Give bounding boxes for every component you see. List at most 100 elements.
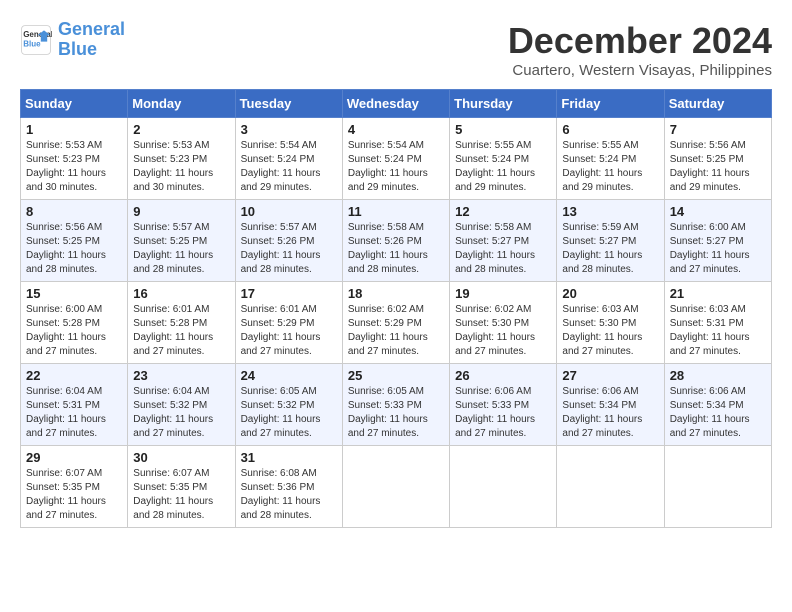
calendar-cell: 31Sunrise: 6:08 AM Sunset: 5:36 PM Dayli… (235, 446, 342, 528)
logo: General Blue General Blue (20, 20, 125, 60)
day-number: 15 (26, 286, 122, 301)
svg-text:Blue: Blue (23, 39, 41, 48)
day-number: 11 (348, 204, 444, 219)
day-info: Sunrise: 6:06 AM Sunset: 5:33 PM Dayligh… (455, 385, 551, 441)
calendar-cell: 30 Sunrise: 6:07 AM Sunset: 5:35 PM Dayli… (128, 446, 235, 528)
day-info: Sunrise: 5:57 AM Sunset: 5:25 PM Dayligh… (133, 221, 229, 277)
column-header-friday: Friday (557, 90, 664, 118)
day-info: Sunrise: 6:07 AM Sunset: 5:35 PM Dayligh… (26, 467, 122, 523)
day-info: Sunrise: 5:58 AM Sunset: 5:26 PM Dayligh… (348, 221, 444, 277)
calendar-cell: 1 Sunrise: 5:53 AM Sunset: 5:23 PM Daylig… (21, 118, 128, 200)
month-title: December 2024 (508, 20, 772, 62)
calendar-cell: 7 Sunrise: 5:56 AM Sunset: 5:25 PM Daylig… (664, 118, 771, 200)
calendar-cell: 6 Sunrise: 5:55 AM Sunset: 5:24 PM Daylig… (557, 118, 664, 200)
calendar-cell: 18 Sunrise: 6:02 AM Sunset: 5:29 PM Dayli… (342, 282, 449, 364)
day-number: 29 (26, 450, 122, 465)
day-number: 23 (133, 368, 229, 383)
calendar-cell: 25Sunrise: 6:05 AM Sunset: 5:33 PM Dayli… (342, 364, 449, 446)
column-header-tuesday: Tuesday (235, 90, 342, 118)
calendar-week-3: 15 Sunrise: 6:00 AM Sunset: 5:28 PM Dayli… (21, 282, 772, 364)
calendar-cell: 8 Sunrise: 5:56 AM Sunset: 5:25 PM Daylig… (21, 200, 128, 282)
calendar-cell: 13 Sunrise: 5:59 AM Sunset: 5:27 PM Dayli… (557, 200, 664, 282)
calendar-cell: 28 Sunrise: 6:06 AM Sunset: 5:34 PM Dayli… (664, 364, 771, 446)
day-number: 18 (348, 286, 444, 301)
day-info: Sunrise: 5:55 AM Sunset: 5:24 PM Dayligh… (562, 139, 658, 195)
day-info: Sunrise: 5:56 AM Sunset: 5:25 PM Dayligh… (670, 139, 766, 195)
day-info: Sunrise: 5:53 AM Sunset: 5:23 PM Dayligh… (26, 139, 122, 195)
day-info: Sunrise: 6:03 AM Sunset: 5:31 PM Dayligh… (670, 303, 766, 359)
day-number: 9 (133, 204, 229, 219)
calendar-cell: 21 Sunrise: 6:03 AM Sunset: 5:31 PM Dayli… (664, 282, 771, 364)
day-number: 4 (348, 122, 444, 137)
calendar-cell: 14Sunrise: 6:00 AM Sunset: 5:27 PM Dayli… (664, 200, 771, 282)
calendar-cell (342, 446, 449, 528)
day-number: 26 (455, 368, 551, 383)
calendar-week-2: 8 Sunrise: 5:56 AM Sunset: 5:25 PM Daylig… (21, 200, 772, 282)
day-info: Sunrise: 6:05 AM Sunset: 5:32 PM Dayligh… (241, 385, 337, 441)
day-info: Sunrise: 6:06 AM Sunset: 5:34 PM Dayligh… (562, 385, 658, 441)
day-info: Sunrise: 6:01 AM Sunset: 5:29 PM Dayligh… (241, 303, 337, 359)
day-number: 8 (26, 204, 122, 219)
day-number: 6 (562, 122, 658, 137)
day-info: Sunrise: 5:59 AM Sunset: 5:27 PM Dayligh… (562, 221, 658, 277)
calendar-cell: 15 Sunrise: 6:00 AM Sunset: 5:28 PM Dayli… (21, 282, 128, 364)
day-number: 5 (455, 122, 551, 137)
logo-icon: General Blue (20, 24, 52, 56)
calendar-cell: 16 Sunrise: 6:01 AM Sunset: 5:28 PM Dayli… (128, 282, 235, 364)
logo-text: General Blue (58, 20, 125, 60)
calendar-week-5: 29 Sunrise: 6:07 AM Sunset: 5:35 PM Dayli… (21, 446, 772, 528)
title-block: December 2024 Cuartero, Western Visayas,… (508, 20, 772, 79)
column-header-saturday: Saturday (664, 90, 771, 118)
day-info: Sunrise: 6:01 AM Sunset: 5:28 PM Dayligh… (133, 303, 229, 359)
day-number: 19 (455, 286, 551, 301)
day-info: Sunrise: 5:54 AM Sunset: 5:24 PM Dayligh… (348, 139, 444, 195)
day-info: Sunrise: 6:08 AM Sunset: 5:36 PM Dayligh… (241, 467, 337, 523)
calendar-cell: 27 Sunrise: 6:06 AM Sunset: 5:34 PM Dayli… (557, 364, 664, 446)
day-number: 17 (241, 286, 337, 301)
day-info: Sunrise: 6:04 AM Sunset: 5:32 PM Dayligh… (133, 385, 229, 441)
day-info: Sunrise: 5:53 AM Sunset: 5:23 PM Dayligh… (133, 139, 229, 195)
calendar-header-row: SundayMondayTuesdayWednesdayThursdayFrid… (21, 90, 772, 118)
day-info: Sunrise: 6:06 AM Sunset: 5:34 PM Dayligh… (670, 385, 766, 441)
logo-blue: Blue (58, 39, 97, 59)
day-number: 28 (670, 368, 766, 383)
calendar-cell: 12Sunrise: 5:58 AM Sunset: 5:27 PM Dayli… (450, 200, 557, 282)
day-info: Sunrise: 6:03 AM Sunset: 5:30 PM Dayligh… (562, 303, 658, 359)
day-info: Sunrise: 5:56 AM Sunset: 5:25 PM Dayligh… (26, 221, 122, 277)
day-info: Sunrise: 6:04 AM Sunset: 5:31 PM Dayligh… (26, 385, 122, 441)
day-info: Sunrise: 6:02 AM Sunset: 5:30 PM Dayligh… (455, 303, 551, 359)
day-number: 14 (670, 204, 766, 219)
day-number: 1 (26, 122, 122, 137)
calendar-cell (557, 446, 664, 528)
calendar-week-4: 22 Sunrise: 6:04 AM Sunset: 5:31 PM Dayli… (21, 364, 772, 446)
logo-general: General (58, 19, 125, 39)
day-number: 24 (241, 368, 337, 383)
calendar-cell: 10Sunrise: 5:57 AM Sunset: 5:26 PM Dayli… (235, 200, 342, 282)
day-info: Sunrise: 5:55 AM Sunset: 5:24 PM Dayligh… (455, 139, 551, 195)
calendar-cell: 24 Sunrise: 6:05 AM Sunset: 5:32 PM Dayli… (235, 364, 342, 446)
day-number: 13 (562, 204, 658, 219)
calendar-table: SundayMondayTuesdayWednesdayThursdayFrid… (20, 89, 772, 528)
day-number: 7 (670, 122, 766, 137)
calendar-cell (450, 446, 557, 528)
location-subtitle: Cuartero, Western Visayas, Philippines (508, 62, 772, 79)
day-info: Sunrise: 5:57 AM Sunset: 5:26 PM Dayligh… (241, 221, 337, 277)
column-header-sunday: Sunday (21, 90, 128, 118)
calendar-cell: 3Sunrise: 5:54 AM Sunset: 5:24 PM Daylig… (235, 118, 342, 200)
day-info: Sunrise: 6:02 AM Sunset: 5:29 PM Dayligh… (348, 303, 444, 359)
day-number: 20 (562, 286, 658, 301)
day-number: 30 (133, 450, 229, 465)
day-number: 12 (455, 204, 551, 219)
day-info: Sunrise: 5:54 AM Sunset: 5:24 PM Dayligh… (241, 139, 337, 195)
column-header-thursday: Thursday (450, 90, 557, 118)
day-number: 21 (670, 286, 766, 301)
day-number: 22 (26, 368, 122, 383)
calendar-cell: 5 Sunrise: 5:55 AM Sunset: 5:24 PM Daylig… (450, 118, 557, 200)
column-header-monday: Monday (128, 90, 235, 118)
day-number: 27 (562, 368, 658, 383)
column-header-wednesday: Wednesday (342, 90, 449, 118)
day-info: Sunrise: 6:00 AM Sunset: 5:28 PM Dayligh… (26, 303, 122, 359)
day-number: 16 (133, 286, 229, 301)
page-header: General Blue General Blue December 2024 … (20, 20, 772, 79)
day-info: Sunrise: 6:07 AM Sunset: 5:35 PM Dayligh… (133, 467, 229, 523)
